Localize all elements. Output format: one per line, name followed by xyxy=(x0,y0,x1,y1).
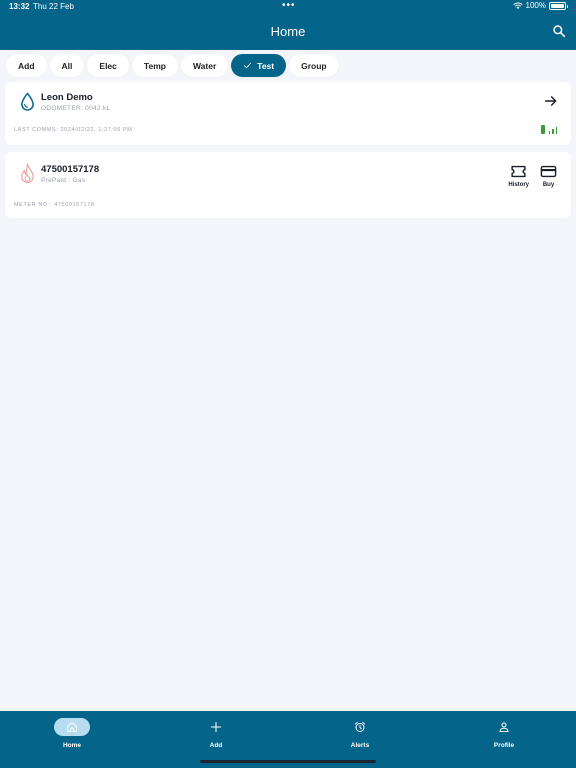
multitasking-dots[interactable]: ••• xyxy=(282,0,296,12)
nav-label: Alerts xyxy=(350,742,370,749)
search-icon[interactable] xyxy=(552,24,566,38)
top-bar: 13:32 Thu 22 Feb ••• 100% Home xyxy=(0,0,576,50)
buy-label: Buy xyxy=(542,182,555,188)
wifi-icon xyxy=(512,2,523,9)
home-indicator[interactable] xyxy=(200,760,376,763)
buy-button[interactable]: Buy xyxy=(540,164,557,188)
card-title: Leon Demo xyxy=(41,92,93,103)
status-date: Thu 22 Feb xyxy=(33,2,74,11)
status-time: 13:32 xyxy=(9,2,30,11)
signal-bar xyxy=(555,127,557,134)
chip-label: Temp xyxy=(143,60,166,71)
page-title: Home xyxy=(270,24,306,39)
chip-label: All xyxy=(61,60,73,71)
nav-add[interactable]: Add xyxy=(176,718,256,749)
chip-label: Test xyxy=(257,60,275,71)
history-button[interactable]: History xyxy=(508,164,529,188)
arrow-right-icon[interactable] xyxy=(544,94,558,108)
meter-number: METER NO : 47500157178 xyxy=(14,202,95,208)
signal-status xyxy=(540,125,557,134)
nav-label: Profile xyxy=(493,742,515,749)
last-comms: LAST COMMS: 2024/02/22, 1:27:06 PM xyxy=(14,127,133,133)
plus-icon xyxy=(210,721,222,733)
nav-profile[interactable]: Profile xyxy=(464,718,544,749)
check-icon xyxy=(244,62,252,69)
nav-profile-indicator xyxy=(486,718,522,736)
card-title: 47500157178 xyxy=(41,164,100,175)
home-icon xyxy=(67,722,77,732)
status-right: 100% xyxy=(512,1,568,10)
nav-alerts-indicator xyxy=(342,718,378,736)
chip-label: Add xyxy=(18,60,35,71)
chip-elec[interactable]: Elec xyxy=(87,54,129,77)
filter-chips: Add All Elec Temp Water Test Group xyxy=(6,54,339,77)
nav-alerts[interactable]: Alerts xyxy=(320,718,400,749)
nav-label: Home xyxy=(62,742,82,749)
battery-fill xyxy=(551,3,564,8)
battery-status-icon xyxy=(540,125,545,134)
water-drop-icon xyxy=(21,92,34,111)
nav-home[interactable]: Home xyxy=(32,718,112,749)
nav-label: Add xyxy=(209,742,223,749)
chip-group[interactable]: Group xyxy=(289,54,339,77)
history-label: History xyxy=(508,182,529,188)
chip-water[interactable]: Water xyxy=(180,54,229,77)
meter-card-47500157178[interactable]: 47500157178 PrePaid : Gas History Buy ME… xyxy=(5,152,571,218)
signal-bar xyxy=(548,131,550,134)
battery-percent: 100% xyxy=(525,1,546,10)
card-subtitle: PrePaid : Gas xyxy=(41,177,86,184)
chip-label: Water xyxy=(192,60,217,71)
chip-add[interactable]: Add xyxy=(6,54,47,77)
meter-card-leon-demo[interactable]: Leon Demo ODOMETER: 0042 kL LAST COMMS: … xyxy=(5,82,571,145)
chip-label: Group xyxy=(301,60,327,71)
ticket-icon xyxy=(511,165,526,178)
person-icon xyxy=(499,722,509,732)
alarm-clock-icon xyxy=(355,722,365,732)
credit-card-icon xyxy=(540,165,557,178)
nav-home-indicator xyxy=(54,718,90,736)
chip-label: Elec xyxy=(99,60,117,71)
chip-temp[interactable]: Temp xyxy=(131,54,178,77)
card-subtitle: ODOMETER: 0042 kL xyxy=(41,105,111,112)
gas-flame-icon xyxy=(21,163,34,184)
battery-icon xyxy=(549,1,568,10)
nav-add-indicator xyxy=(198,718,234,736)
signal-bar xyxy=(552,129,554,134)
chip-all[interactable]: All xyxy=(49,54,85,77)
chip-test[interactable]: Test xyxy=(231,54,287,77)
